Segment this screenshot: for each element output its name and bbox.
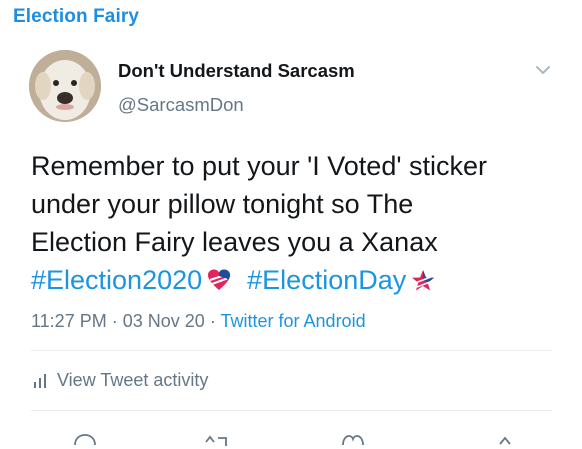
- divider: [31, 410, 552, 411]
- tweet-text-line: under your pillow tonight so The: [31, 189, 414, 219]
- ballot-heart-icon: [208, 269, 231, 290]
- caption-title: Election Fairy: [13, 6, 139, 27]
- star-flag-icon: [412, 270, 435, 291]
- divider: [31, 350, 552, 351]
- like-icon[interactable]: [340, 432, 366, 446]
- meta-separator: ·: [209, 311, 216, 331]
- chevron-down-icon[interactable]: [534, 64, 552, 76]
- tweet-meta: 11:27 PM · 03 Nov 20 · Twitter for Andro…: [31, 311, 366, 332]
- tweet-action-bar: [0, 424, 582, 449]
- dog-avatar-image: [29, 50, 101, 122]
- retweet-icon[interactable]: [203, 432, 229, 446]
- hashtag-election2020[interactable]: #Election2020: [31, 265, 202, 295]
- reply-icon[interactable]: [72, 432, 98, 446]
- share-icon[interactable]: [492, 432, 518, 446]
- view-activity-label: View Tweet activity: [57, 370, 209, 390]
- tweet-time: 11:27 PM: [31, 311, 107, 331]
- tweet-text: Remember to put your 'I Voted' sticker u…: [31, 147, 576, 299]
- tweet-source-link[interactable]: Twitter for Android: [221, 311, 366, 331]
- tweet-date: 03 Nov 20: [122, 311, 205, 331]
- meta-separator: ·: [111, 311, 118, 331]
- hashtag-electionday[interactable]: #ElectionDay: [247, 265, 406, 295]
- user-handle[interactable]: @SarcasmDon: [118, 94, 244, 116]
- hashtag-line: #Election2020 #ElectionDay: [31, 261, 576, 299]
- display-name[interactable]: Don't Understand Sarcasm: [118, 60, 355, 82]
- avatar[interactable]: [29, 50, 101, 122]
- bar-chart-icon: [34, 373, 46, 388]
- tweet-text-line: Remember to put your 'I Voted' sticker: [31, 151, 488, 181]
- tweet-text-line: Election Fairy leaves you a Xanax: [31, 227, 438, 257]
- view-activity-link[interactable]: View Tweet activity: [33, 370, 208, 391]
